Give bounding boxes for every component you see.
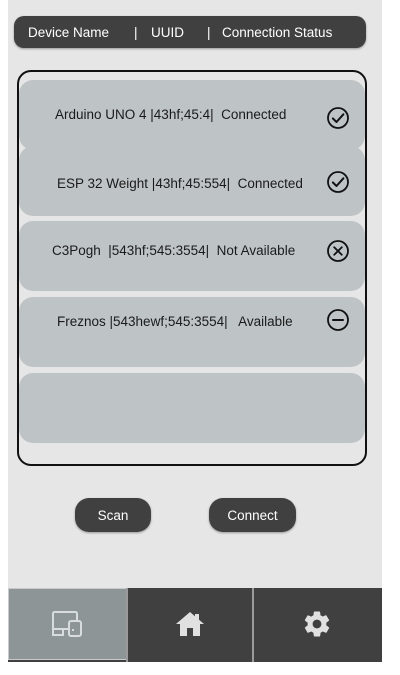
nav-tab-devices[interactable] bbox=[8, 588, 128, 660]
device-list: Arduino UNO 4 |43hf;45:4| Connected ESP … bbox=[17, 70, 367, 466]
device-list-item[interactable]: C3Pogh |543hf;545:3554| Not Available bbox=[19, 221, 365, 291]
check-circle-icon bbox=[327, 171, 349, 193]
device-list-item[interactable]: Freznos |543hewf;545:3554| Available bbox=[19, 297, 365, 367]
home-icon bbox=[176, 612, 204, 636]
minus-circle-icon bbox=[327, 309, 349, 331]
header-connection-status: Connection Status bbox=[222, 25, 333, 40]
header-uuid: UUID bbox=[151, 25, 184, 40]
bottom-navigation bbox=[8, 588, 382, 662]
empty-list-slot bbox=[19, 373, 365, 443]
header-separator: | bbox=[134, 25, 138, 40]
nav-tab-settings[interactable] bbox=[254, 588, 380, 660]
header-device-name: Device Name bbox=[28, 25, 110, 40]
device-info-text: ESP 32 Weight |43hf;45:554| Connected bbox=[57, 176, 303, 191]
app-screen: Device Name | UUID | Connection Status A… bbox=[8, 0, 382, 662]
gear-icon bbox=[304, 611, 330, 637]
check-circle-icon bbox=[327, 107, 349, 129]
devices-icon bbox=[52, 611, 82, 637]
device-list-item[interactable]: Arduino UNO 4 |43hf;45:4| Connected bbox=[19, 80, 365, 150]
connect-button[interactable]: Connect bbox=[209, 498, 296, 532]
device-list-item[interactable]: ESP 32 Weight |43hf;45:554| Connected bbox=[19, 146, 365, 216]
column-header-bar: Device Name | UUID | Connection Status bbox=[14, 16, 366, 48]
scan-button[interactable]: Scan bbox=[75, 498, 151, 532]
device-info-text: Freznos |543hewf;545:3554| Available bbox=[57, 314, 293, 329]
nav-tab-home[interactable] bbox=[128, 588, 252, 660]
x-circle-icon bbox=[327, 240, 349, 262]
device-info-text: C3Pogh |543hf;545:3554| Not Available bbox=[52, 243, 296, 258]
device-info-text: Arduino UNO 4 |43hf;45:4| Connected bbox=[55, 107, 287, 122]
header-separator: | bbox=[207, 25, 211, 40]
